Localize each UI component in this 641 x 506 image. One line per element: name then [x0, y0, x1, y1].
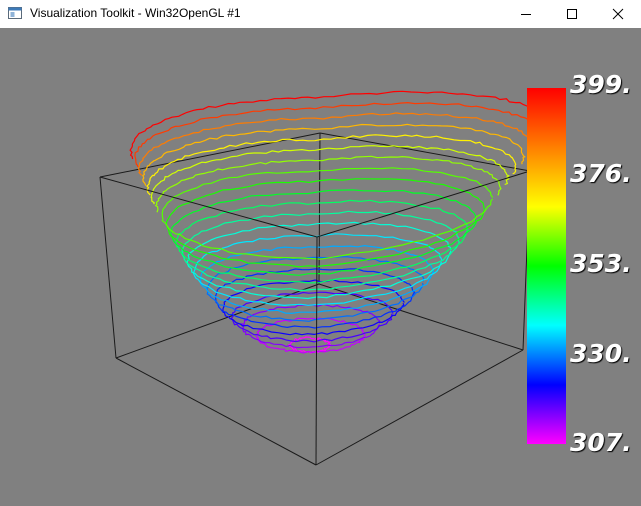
- contour-line: [175, 199, 469, 284]
- vtk-app-icon: [8, 7, 22, 19]
- title-bar[interactable]: Visualization Toolkit - Win32OpenGL #1: [0, 0, 641, 28]
- outline-box-front: [99, 170, 531, 466]
- scalar-bar-label-3: 353.: [570, 249, 632, 278]
- contour-line: [142, 123, 526, 186]
- contour-line: [137, 112, 533, 176]
- minimize-button[interactable]: [503, 0, 549, 28]
- scalar-bar-label-min: 307.: [570, 428, 632, 457]
- render-scene: [99, 88, 566, 466]
- window-title: Visualization Toolkit - Win32OpenGL #1: [30, 6, 241, 20]
- scalar-bar-label-max: 399.: [570, 70, 632, 99]
- scalar-bar-label-4: 330.: [570, 339, 632, 368]
- maximize-button[interactable]: [549, 0, 595, 28]
- scalar-bar: [527, 88, 566, 444]
- close-button[interactable]: [595, 0, 641, 28]
- close-icon: [612, 8, 624, 20]
- contour-line: [134, 101, 541, 168]
- vtk-window: Visualization Toolkit - Win32OpenGL #1 3…: [0, 0, 641, 506]
- contour-line: [150, 145, 510, 205]
- scalar-bar-label-2: 376.: [570, 159, 632, 188]
- contour-line: [146, 134, 517, 196]
- minimize-icon: [521, 14, 531, 15]
- render-viewport[interactable]: 399. 376. 353. 330. 307.: [0, 28, 641, 506]
- contour-lines: [129, 90, 549, 354]
- maximize-icon: [567, 9, 577, 19]
